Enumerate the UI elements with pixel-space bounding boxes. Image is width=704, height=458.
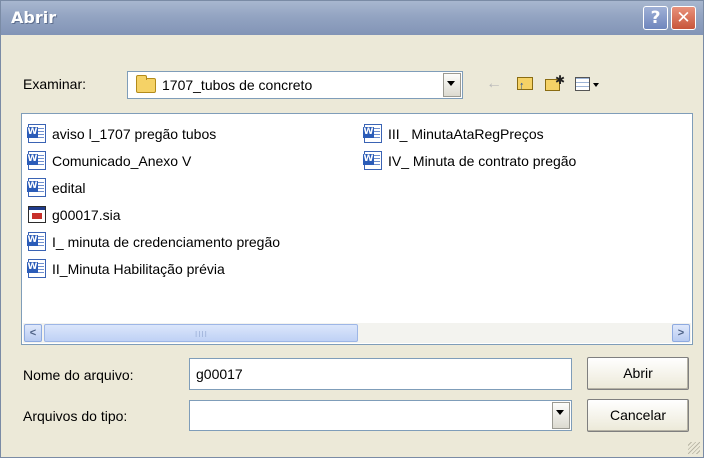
list-item[interactable]: g00017.sia <box>28 203 121 227</box>
word-document-icon: W <box>27 151 46 170</box>
file-list[interactable]: W aviso l_1707 pregão tubos W Comunicado… <box>21 113 693 345</box>
file-name: I_ minuta de credenciamento pregão <box>52 234 281 250</box>
up-folder-icon[interactable]: ↑ <box>514 73 536 95</box>
scroll-left-button[interactable]: < <box>24 324 42 342</box>
file-name: III_ MinutaAtaRegPreços <box>388 126 544 142</box>
dialog-title: Abrir <box>11 8 57 27</box>
word-document-icon: W <box>27 178 46 197</box>
open-button[interactable]: Abrir <box>587 357 689 390</box>
list-item[interactable]: W Comunicado_Anexo V <box>27 149 192 173</box>
list-item[interactable]: W IV_ Minuta de contrato pregão <box>363 149 577 173</box>
lookin-value: 1707_tubos de concreto <box>162 77 313 93</box>
file-name: edital <box>52 180 86 196</box>
file-name: aviso l_1707 pregão tubos <box>52 126 217 142</box>
list-item[interactable]: W edital <box>27 176 86 200</box>
back-icon[interactable]: ← <box>483 73 505 95</box>
list-item[interactable]: W III_ MinutaAtaRegPreços <box>363 122 544 146</box>
filename-label: Nome do arquivo: <box>23 367 134 383</box>
lookin-dropdown[interactable]: 1707_tubos de concreto <box>127 71 463 99</box>
new-folder-icon[interactable]: ✱ <box>543 73 565 95</box>
cancel-button[interactable]: Cancelar <box>587 399 689 432</box>
help-button[interactable]: ? <box>643 6 668 30</box>
chevron-down-icon[interactable] <box>552 402 570 429</box>
list-item[interactable]: W II_Minuta Habilitação prévia <box>27 257 225 281</box>
file-name: II_Minuta Habilitação prévia <box>52 261 225 277</box>
list-item[interactable]: W I_ minuta de credenciamento pregão <box>27 230 281 254</box>
file-name: g00017.sia <box>52 207 121 223</box>
list-item[interactable]: W aviso l_1707 pregão tubos <box>27 122 217 146</box>
open-dialog: Abrir ? ✕ Examinar: 1707_tubos de concre… <box>0 0 704 458</box>
word-document-icon: W <box>27 259 46 278</box>
folder-icon <box>136 75 156 93</box>
filetype-label: Arquivos do tipo: <box>23 408 128 424</box>
horizontal-scrollbar[interactable]: < IIII > <box>23 323 691 343</box>
title-bar[interactable]: Abrir ? ✕ <box>1 1 703 35</box>
scroll-thumb-grip: IIII <box>195 330 208 339</box>
lookin-label: Examinar: <box>23 76 87 92</box>
scroll-right-button[interactable]: > <box>672 324 690 342</box>
filename-input[interactable]: g00017 <box>189 358 572 390</box>
scroll-thumb[interactable]: IIII <box>44 324 358 342</box>
file-name: IV_ Minuta de contrato pregão <box>388 153 577 169</box>
view-menu-icon[interactable] <box>573 73 603 95</box>
filetype-dropdown[interactable] <box>189 400 572 431</box>
word-document-icon: W <box>363 151 382 170</box>
file-name: Comunicado_Anexo V <box>52 153 192 169</box>
word-document-icon: W <box>27 232 46 251</box>
word-document-icon: W <box>27 124 46 143</box>
resize-grip-icon[interactable] <box>688 442 700 454</box>
close-button[interactable]: ✕ <box>671 6 696 30</box>
word-document-icon: W <box>363 124 382 143</box>
sia-file-icon <box>28 206 46 223</box>
chevron-down-icon[interactable] <box>443 73 461 97</box>
